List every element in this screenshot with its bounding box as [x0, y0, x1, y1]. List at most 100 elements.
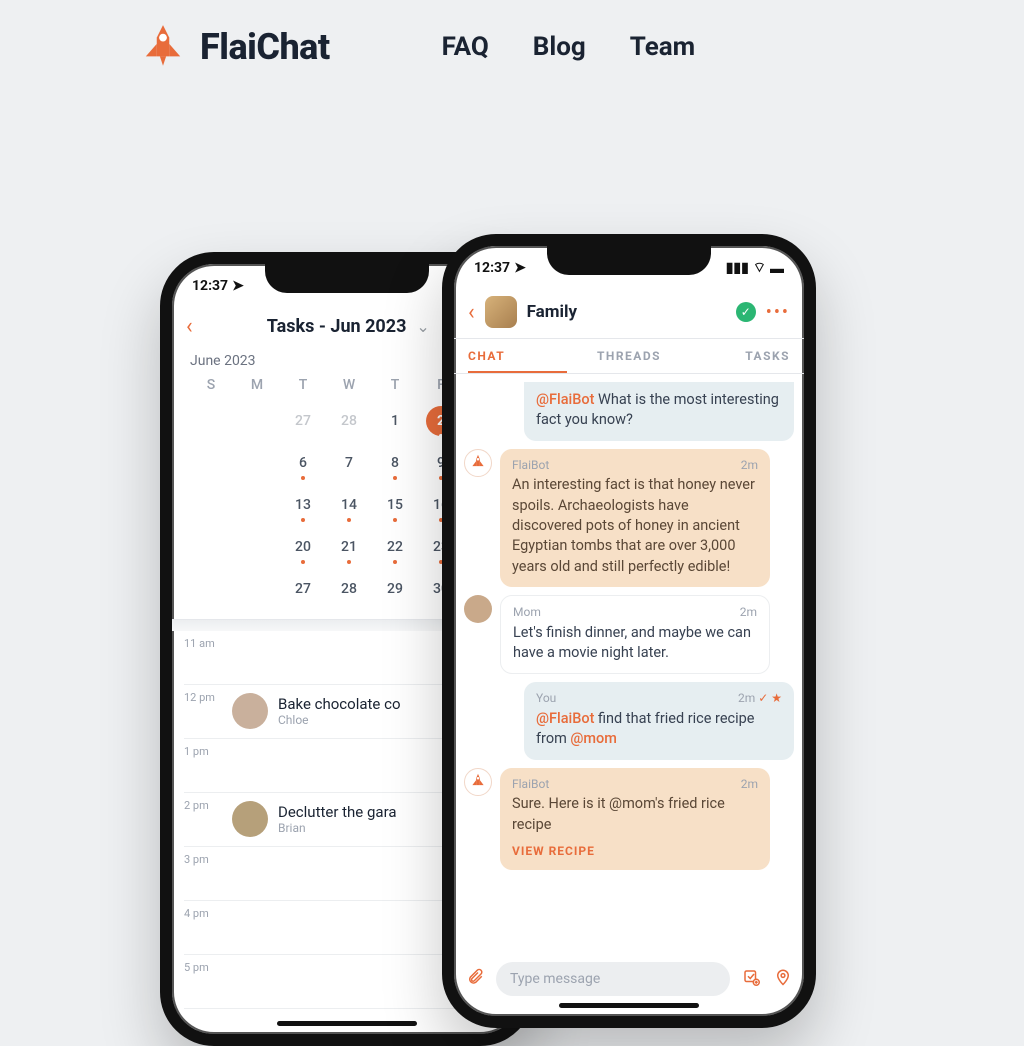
message-row: @FlaiBot What is the most interesting fa… [464, 382, 794, 441]
message-placeholder: Type message [510, 971, 600, 987]
add-task-icon[interactable] [740, 968, 762, 991]
calendar-day[interactable]: 15 [374, 485, 416, 525]
calendar-day[interactable]: 20 [282, 527, 324, 567]
task-dot-icon [301, 560, 305, 564]
message-author: Mom [513, 604, 541, 621]
read-star-icon: ✓ ★ [755, 691, 782, 705]
composer: Type message [464, 962, 794, 996]
message-time: 2m [741, 458, 758, 472]
chat-title: Family [527, 302, 577, 322]
mention[interactable]: @mom [570, 730, 617, 747]
event-title: Bake chocolate co [278, 695, 401, 713]
nav-team[interactable]: Team [630, 32, 695, 62]
timeline-time-label: 1 pm [184, 739, 232, 758]
calendar-day[interactable]: 1 [374, 401, 416, 441]
calendar-day [190, 569, 232, 609]
flaibot-avatar-icon [464, 449, 492, 477]
calendar-dow: M [236, 377, 278, 399]
timeline-time-label: 11 am [184, 631, 232, 650]
message-bubble[interactable]: @FlaiBot What is the most interesting fa… [524, 382, 794, 441]
group-avatar[interactable] [485, 296, 517, 328]
view-recipe-button[interactable]: VIEW RECIPE [512, 843, 758, 860]
message-row: FlaiBot2mSure. Here is it @mom's fried r… [464, 768, 794, 870]
calendar-day [236, 527, 278, 567]
location-pin-icon[interactable] [772, 968, 794, 991]
task-dot-icon [301, 476, 305, 480]
flaibot-avatar-icon [464, 768, 492, 796]
nav-blog[interactable]: Blog [533, 32, 586, 62]
message-row: FlaiBot2mAn interesting fact is that hon… [464, 449, 794, 587]
status-time: 12:37 [474, 260, 510, 276]
message-input[interactable]: Type message [496, 962, 730, 996]
logo[interactable]: FlaiChat [138, 22, 330, 72]
chat-tabs: CHAT THREADS TASKS [454, 339, 804, 374]
timeline-time-label: 12 pm [184, 685, 232, 704]
message-author: FlaiBot [512, 776, 549, 793]
timeline-event[interactable]: Bake chocolate coChloe [232, 685, 401, 737]
rocket-icon [138, 22, 188, 72]
calendar-day[interactable]: 14 [328, 485, 370, 525]
calendar-day[interactable]: 13 [282, 485, 324, 525]
calendar-day[interactable]: 7 [328, 443, 370, 483]
message-bubble[interactable]: FlaiBot2mAn interesting fact is that hon… [500, 449, 770, 587]
tab-chat[interactable]: CHAT [468, 339, 567, 373]
nav-faq[interactable]: FAQ [442, 32, 489, 62]
primary-nav: FAQ Blog Team [442, 32, 696, 62]
timeline-time-label: 3 pm [184, 847, 232, 866]
calendar-day[interactable]: 21 [328, 527, 370, 567]
timeline-time-label: 4 pm [184, 901, 232, 920]
timeline-event[interactable]: Declutter the garaBrian [232, 793, 397, 845]
calendar-day [236, 485, 278, 525]
message-author: You [536, 690, 556, 707]
calendar-day [190, 401, 232, 441]
task-dot-icon [301, 518, 305, 522]
calendar-day: 28 [328, 401, 370, 441]
back-icon[interactable]: ‹ [186, 314, 193, 339]
signal-icon: ▮▮▮ [726, 260, 749, 276]
avatar [232, 693, 268, 729]
logo-text: FlaiChat [200, 26, 330, 68]
event-title: Declutter the gara [278, 803, 397, 821]
location-icon: ➤ [232, 278, 244, 294]
calendar-day[interactable]: 29 [374, 569, 416, 609]
task-dot-icon [347, 560, 351, 564]
tasks-title: Tasks - Jun 2023 [267, 316, 407, 337]
task-dot-icon [393, 560, 397, 564]
calendar-dow: T [374, 377, 416, 399]
calendar-day[interactable]: 22 [374, 527, 416, 567]
mention[interactable]: @FlaiBot [536, 391, 594, 408]
battery-icon: ▬ [770, 260, 784, 277]
calendar-day [236, 569, 278, 609]
calendar-day [190, 443, 232, 483]
location-icon: ➤ [514, 260, 526, 276]
message-time: 2m [740, 605, 757, 619]
more-icon[interactable]: ••• [766, 302, 790, 323]
wifi-icon: ⌔ [753, 259, 766, 277]
chat-header: ‹ Family ✓ ••• [454, 290, 804, 339]
tab-tasks[interactable]: TASKS [691, 339, 790, 373]
calendar-dow: S [190, 377, 232, 399]
chat-messages[interactable]: @FlaiBot What is the most interesting fa… [454, 374, 804, 964]
message-bubble[interactable]: FlaiBot2mSure. Here is it @mom's fried r… [500, 768, 770, 870]
message-text: Let's finish dinner, and maybe we can ha… [513, 623, 757, 664]
message-bubble[interactable]: You2m ✓ ★@FlaiBot find that fried rice r… [524, 682, 794, 759]
calendar-day[interactable]: 28 [328, 569, 370, 609]
attachment-icon[interactable] [464, 968, 486, 991]
home-indicator [559, 1003, 699, 1008]
calendar-day [190, 527, 232, 567]
calendar-day[interactable]: 8 [374, 443, 416, 483]
tab-threads[interactable]: THREADS [567, 339, 691, 373]
message-text: Sure. Here is it @mom's fried rice recip… [512, 794, 758, 835]
message-bubble[interactable]: Mom 2m Let's finish dinner, and maybe we c… [500, 595, 770, 674]
task-dot-icon [347, 518, 351, 522]
calendar-day [236, 401, 278, 441]
message-time: 2m [738, 691, 755, 705]
timeline-time-label: 5 pm [184, 955, 232, 974]
site-header: FlaiChat FAQ Blog Team [0, 0, 1024, 72]
calendar-day[interactable]: 27 [282, 569, 324, 609]
calendar-day[interactable]: 6 [282, 443, 324, 483]
tasks-title-dropdown[interactable]: Tasks - Jun 2023 ⌄ [267, 316, 430, 337]
mention[interactable]: @FlaiBot [536, 710, 594, 727]
back-icon[interactable]: ‹ [468, 300, 475, 325]
event-author: Chloe [278, 713, 401, 727]
